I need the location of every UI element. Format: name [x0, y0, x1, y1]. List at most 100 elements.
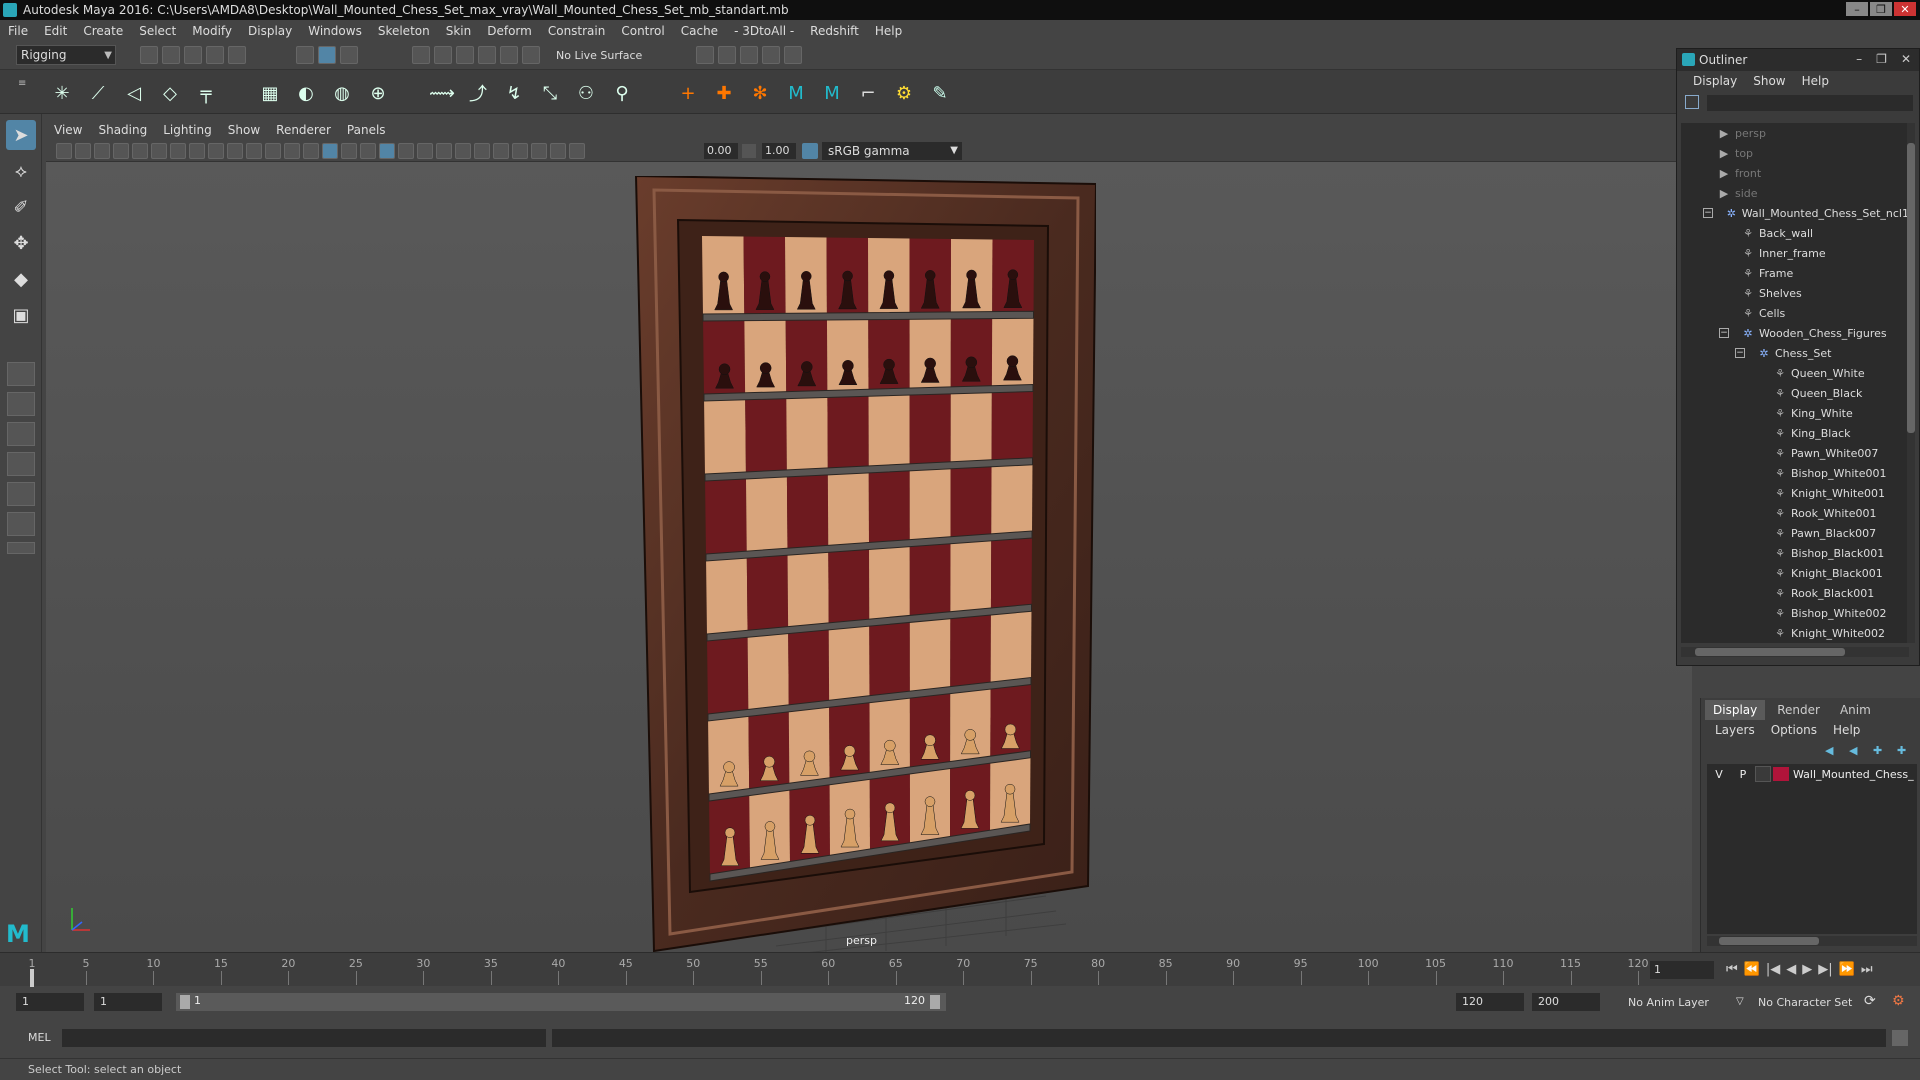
board-cell[interactable] [950, 609, 991, 689]
outliner-menu-display[interactable]: Display [1693, 74, 1737, 88]
board-cell[interactable] [786, 469, 829, 551]
minimize-button[interactable]: – [1846, 2, 1868, 16]
menu-select[interactable]: Select [139, 24, 176, 38]
board-cell[interactable] [827, 391, 869, 470]
add-influence-icon[interactable]: ⚇ [574, 81, 598, 105]
ipr-render-icon[interactable] [740, 46, 758, 64]
lasso-tool-icon[interactable]: ⟡ [6, 156, 36, 186]
outliner-horizontal-scrollbar[interactable] [1681, 647, 1909, 657]
viewport-menu-lighting[interactable]: Lighting [163, 123, 212, 137]
cluster-icon[interactable]: ◐ [294, 81, 318, 105]
hypershade-icon[interactable] [784, 46, 802, 64]
gamma-field[interactable]: 1.00 [762, 143, 796, 159]
xray-active-icon[interactable] [550, 143, 566, 159]
outliner-search-input[interactable] [1707, 95, 1913, 111]
board-cell[interactable] [868, 390, 910, 468]
viewport-menu-shading[interactable]: Shading [98, 123, 147, 137]
layer-horizontal-scrollbar[interactable] [1707, 936, 1917, 946]
component-mode-icon[interactable] [340, 46, 358, 64]
point-constraint-icon[interactable]: + [676, 81, 700, 105]
new-empty-layer-icon[interactable]: ✚ [1873, 744, 1887, 758]
board-cell[interactable] [788, 624, 830, 707]
board-cell[interactable] [827, 467, 869, 548]
board-cell[interactable] [991, 459, 1033, 536]
anim-layer-dropdown[interactable]: No Anim Layer [1628, 996, 1709, 1009]
menu-deform[interactable]: Deform [487, 24, 532, 38]
board-cell[interactable] [745, 393, 787, 474]
range-end-handle[interactable] [930, 995, 940, 1009]
exposure-icon[interactable] [569, 143, 585, 159]
board-cell[interactable] [704, 394, 746, 476]
aim-constraint-icon[interactable]: ✚ [712, 81, 736, 105]
use-all-lights-icon[interactable] [398, 143, 414, 159]
current-frame-field[interactable]: 1 [1650, 961, 1714, 979]
menu-set-dropdown[interactable]: Rigging ▼ [16, 45, 116, 65]
custom-layout-icon[interactable] [7, 542, 35, 554]
outliner-item[interactable]: ▶ top [1681, 143, 1909, 163]
outliner-item[interactable]: ⚘ Frame [1681, 263, 1909, 283]
quick-rig-icon[interactable]: ⌐ [856, 81, 880, 105]
layer-display-type-toggle[interactable] [1755, 766, 1771, 782]
menu-file[interactable]: File [8, 24, 28, 38]
ik-handle-icon[interactable]: ⟋ [86, 81, 110, 105]
blend-shape-icon[interactable]: ✎ [928, 81, 952, 105]
field-chart-icon[interactable] [246, 143, 262, 159]
orient-joint-icon[interactable]: ╤ [194, 81, 218, 105]
isolate-select-icon[interactable] [512, 143, 528, 159]
hierarchy-mode-icon[interactable] [296, 46, 314, 64]
menu-control[interactable]: Control [621, 24, 664, 38]
board-cell[interactable] [745, 471, 788, 554]
soft-mod-icon[interactable]: ⊕ [366, 81, 390, 105]
smooth-skin-icon[interactable]: ⤡ [538, 81, 562, 105]
board-cell[interactable] [990, 533, 1032, 610]
scale-tool-icon[interactable]: ▣ [6, 300, 36, 330]
scrollbar-thumb[interactable] [1719, 937, 1819, 945]
color-management-icon[interactable] [802, 143, 818, 159]
board-cell[interactable] [746, 550, 789, 633]
shadows-icon[interactable] [417, 143, 433, 159]
step-forward-key-icon[interactable]: ⏩ [1839, 962, 1855, 977]
go-to-end-icon[interactable]: ⏭ [1861, 962, 1873, 977]
snap-view-plane-icon[interactable] [478, 46, 496, 64]
graph-layout-icon[interactable] [7, 482, 35, 506]
outliner-item[interactable]: ⚘ Queen_White [1681, 363, 1909, 383]
outliner-item[interactable]: − ✲ Chess_Set [1681, 343, 1909, 363]
outliner-item[interactable]: ⚘ Knight_Black001 [1681, 563, 1909, 583]
board-cell[interactable] [869, 541, 910, 622]
outliner-item[interactable]: ⚘ Back_wall [1681, 223, 1909, 243]
go-to-start-icon[interactable]: ⏮ [1726, 962, 1738, 977]
shelf-options-icon[interactable]: ≡ [18, 78, 28, 104]
play-forwards-icon[interactable]: ▶ [1802, 962, 1812, 977]
textured-icon[interactable] [379, 143, 395, 159]
screen-space-ao-icon[interactable] [436, 143, 452, 159]
outliner-item[interactable]: ⚘ Queen_Black [1681, 383, 1909, 403]
menu-modify[interactable]: Modify [192, 24, 232, 38]
time-ruler[interactable]: 1 5 10 15 20 25 30 35 40 45 50 55 60 65 70 75 80 85 90 95 10… [28, 953, 1649, 987]
board-cell[interactable] [747, 628, 789, 712]
board-cell[interactable] [950, 461, 992, 539]
playback-end-field[interactable]: 120 [1456, 993, 1524, 1011]
collapse-toggle-icon[interactable]: − [1735, 348, 1745, 358]
menu-3dtoall[interactable]: - 3DtoAll - [734, 24, 794, 38]
layer-playback-toggle[interactable]: P [1731, 768, 1755, 781]
outliner-maximize-button[interactable]: ❐ [1876, 52, 1887, 66]
exposure-field[interactable]: 0.00 [704, 143, 738, 159]
command-language-label[interactable]: MEL [28, 1031, 51, 1044]
outliner-menu-show[interactable]: Show [1753, 74, 1785, 88]
outliner-item[interactable]: ⚘ King_Black [1681, 423, 1909, 443]
board-cell[interactable] [828, 544, 870, 625]
layer-visibility-toggle[interactable]: V [1707, 768, 1731, 781]
board-cell[interactable] [786, 392, 828, 472]
layer-menu-help[interactable]: Help [1833, 723, 1860, 737]
play-backwards-icon[interactable]: ◀ [1786, 962, 1796, 977]
menu-skin[interactable]: Skin [446, 24, 472, 38]
snap-grid-icon[interactable] [412, 46, 430, 64]
depth-of-field-icon[interactable] [493, 143, 509, 159]
board-cell[interactable] [868, 465, 910, 545]
xray-joints-icon[interactable] [531, 143, 547, 159]
board-cell[interactable] [828, 621, 870, 703]
board-cell[interactable] [990, 606, 1032, 685]
lattice-icon[interactable]: ▦ [258, 81, 282, 105]
perspective-viewport[interactable]: persp [46, 162, 1692, 952]
view-transform-dropdown[interactable]: sRGB gamma ▼ [822, 142, 962, 160]
